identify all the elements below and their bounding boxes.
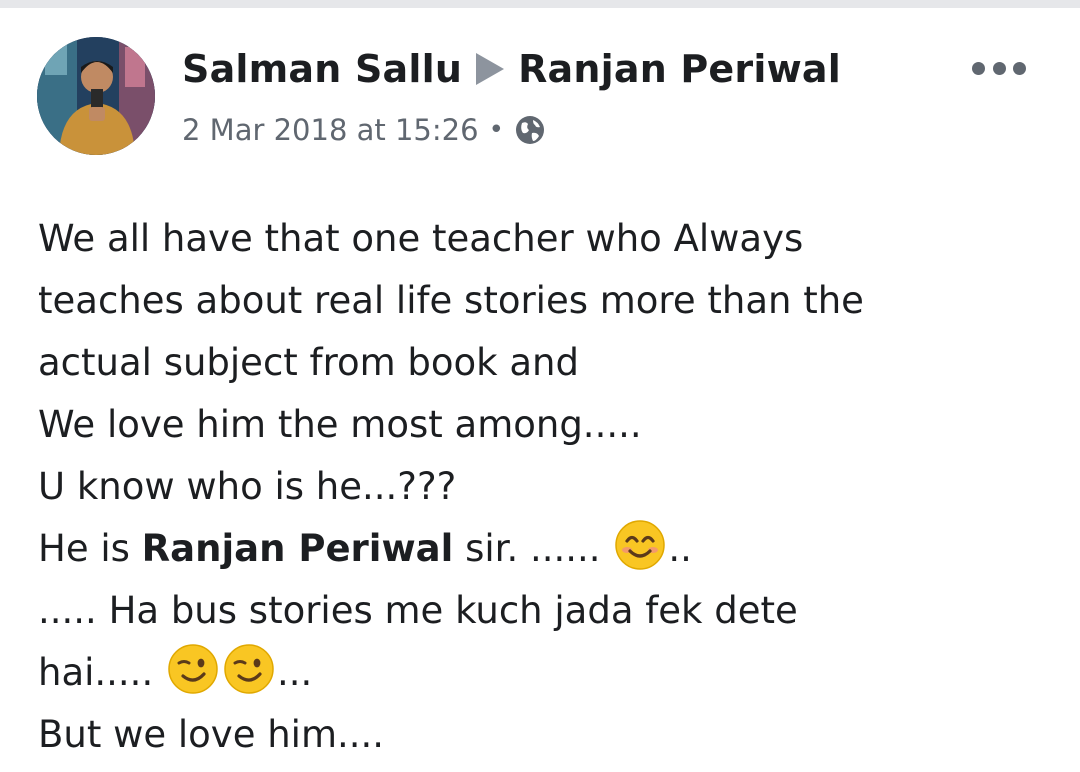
text-segment: He is: [38, 527, 142, 570]
text-segment: sir. ......: [453, 527, 613, 570]
author-name[interactable]: Salman Sallu: [182, 47, 462, 91]
more-dot: [1013, 61, 1026, 75]
post-text-line: He is Ranjan Periwal sir. ...... ..: [38, 518, 1048, 580]
text-segment: hai.....: [38, 651, 165, 694]
post-text-line: ..... Ha bus stories me kuch jada fek de…: [38, 589, 798, 632]
winking-face-emoji: [223, 643, 275, 695]
more-dot: [992, 61, 1006, 75]
post-text-line: We all have that one teacher who Always: [38, 217, 804, 260]
more-options-icon[interactable]: [972, 54, 1026, 82]
text-segment: ...: [276, 651, 313, 694]
post-text-line: actual subject from book and: [38, 341, 579, 384]
mention-link[interactable]: Ranjan Periwal: [142, 527, 454, 570]
meta-separator: •: [488, 115, 504, 145]
post-meta: 2 Mar 2018 at 15:26 •: [182, 108, 546, 152]
post-text-line: We love him the most among.....: [38, 403, 642, 446]
more-dot: [972, 61, 985, 75]
post-text-line: teaches about real life stories more tha…: [38, 279, 864, 322]
post-header: Salman Sallu Ranjan Periwal: [182, 44, 841, 94]
right-arrow-icon: [476, 53, 505, 85]
post-text-line: hai..... ...: [38, 642, 1048, 704]
top-divider: [0, 0, 1080, 8]
globe-icon[interactable]: [514, 114, 546, 146]
winking-face-emoji: [167, 643, 219, 695]
smiling-face-emoji: [614, 519, 666, 571]
text-segment: ..: [668, 527, 692, 570]
post-text: We all have that one teacher who Always …: [38, 208, 1048, 766]
post-text-line: But we love him....: [38, 713, 385, 756]
target-name[interactable]: Ranjan Periwal: [518, 47, 841, 91]
author-avatar[interactable]: [37, 37, 155, 155]
post-timestamp[interactable]: 2 Mar 2018 at 15:26: [182, 113, 479, 147]
post-text-line: U know who is he...???: [38, 465, 457, 508]
